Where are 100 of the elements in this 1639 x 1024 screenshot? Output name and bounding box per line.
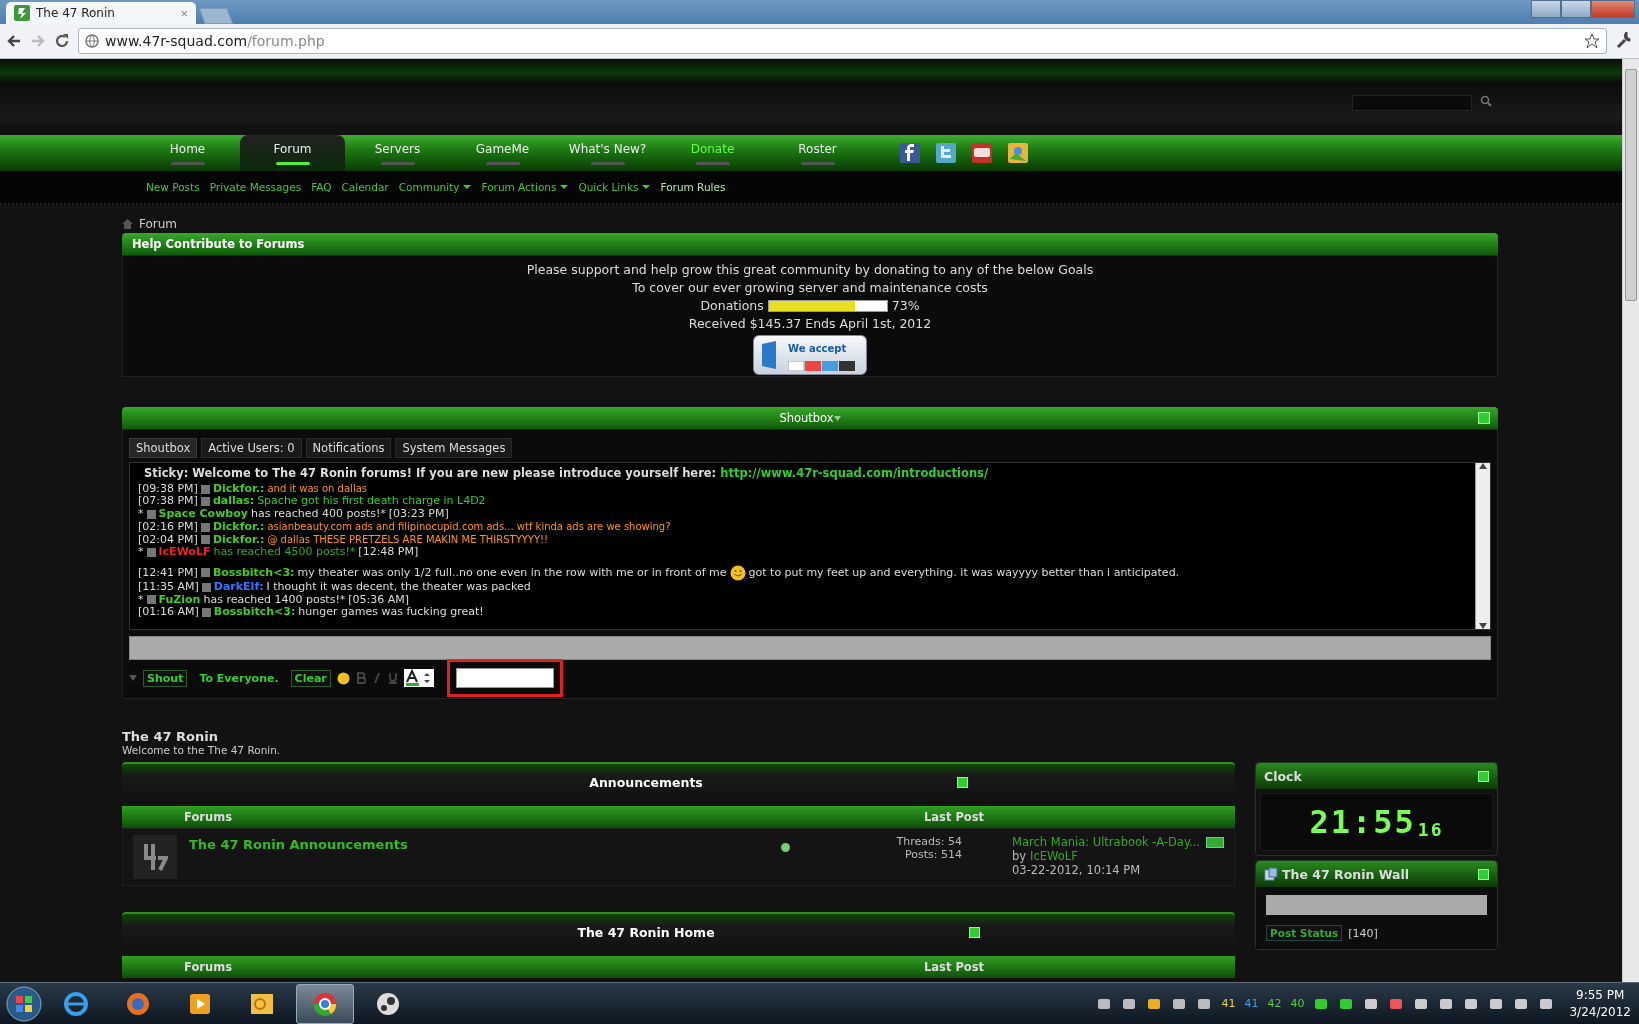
subnav-link[interactable]: Community [398,181,472,193]
wall-input-field[interactable] [1266,895,1487,915]
go-to-post-icon[interactable] [1206,836,1225,848]
facebook-icon[interactable] [900,143,920,163]
username[interactable]: Dickfor.: [212,482,265,496]
shoutbox-tab[interactable]: Notifications [305,438,392,458]
system-clock[interactable]: 9:55 PM 3/24/2012 [1569,986,1631,1021]
shout-button[interactable]: Shout [143,669,188,687]
nav-tab[interactable]: Home [135,135,240,171]
payment-badge[interactable]: We accept [753,335,867,375]
last-post-user[interactable]: IcEWoLF [1030,849,1078,863]
sticky-link[interactable]: http://www.47r-squad.com/introductions/ [720,466,989,480]
temperature-reading: 41 [1221,997,1236,1010]
maximize-button[interactable] [1561,0,1591,18]
category-title[interactable]: The 47 Ronin Home [577,924,715,940]
username[interactable]: Dickfor.: [212,520,265,534]
smiley-icon[interactable] [336,671,350,685]
message-text: I thought it was decent, the theater was packed [266,580,531,594]
start-button[interactable] [6,985,42,1022]
forum-row[interactable]: The 47 Ronin Announcements Threads: 54 Posts: 514 March Mania: Ultrabook -A-Day... by IcEWoLF 03-22-2012, 10:14 PM [122,828,1236,886]
message-text: * [138,546,144,559]
character-count: [140] [1348,926,1378,940]
browser-tab[interactable]: The 47 Ronin × [6,2,196,24]
category-title[interactable]: Announcements [589,774,703,790]
subnav-link[interactable]: FAQ [311,181,332,193]
donations-label: Donations [700,297,764,315]
username[interactable]: Space Cowboy [158,508,248,521]
shoutbox-tab[interactable]: Shoutbox [129,438,198,458]
search-field[interactable] [1352,95,1472,111]
scroll-up-icon[interactable] [1479,463,1487,469]
nav-tab[interactable]: GameMe [450,135,555,171]
nav-tab[interactable]: Roster [765,135,870,171]
recipient-dropdown[interactable]: To Everyone. [193,670,285,686]
column-heading: Last Post [924,960,985,974]
temperature-reading: 42 [1267,997,1282,1010]
status-dot-icon [781,843,790,852]
scrollbar[interactable] [1475,463,1490,629]
collapse-icon[interactable] [956,776,968,788]
shoutbox-tab[interactable]: Active Users: 0 [201,438,302,458]
message-text: my theater was only 1/2 full..no one even in the row with me or in front of me [297,566,727,580]
username[interactable]: FuZion [158,593,201,607]
address-bar[interactable]: www.47r-squad.com/forum.php [78,28,1607,54]
subnav-link[interactable]: Quick Links [578,181,651,193]
search-icon[interactable] [1480,95,1492,107]
last-post-link[interactable]: March Mania: Ultrabook -A-Day... [1012,835,1201,849]
username[interactable]: Bossbitch<3: [213,606,296,620]
message-text: asianbeauty.com ads and filipinocupid.com ads... wtf kinda ads are we showing? [267,520,671,534]
message-text: hunger games was fucking great! [298,606,484,620]
shoutbox-tab[interactable]: System Messages [395,438,513,458]
scrollbar-thumb[interactable] [1625,69,1637,301]
nav-tab[interactable]: Donate [660,135,765,171]
subnav-link[interactable]: Forum Actions [481,181,569,193]
username[interactable]: Bossbitch<3: [212,566,295,580]
breadcrumb[interactable]: Forum [139,217,178,231]
home-icon[interactable] [122,219,133,229]
scroll-down-icon[interactable] [1479,623,1487,629]
chrome-taskbar-icon[interactable] [296,983,354,1024]
clock-time: 21:55 [1309,803,1416,841]
forum-title[interactable]: The 47 Ronin Announcements [189,837,769,852]
subnav-link[interactable]: Calendar [341,181,389,193]
dropdown-caret-icon[interactable] [833,415,841,421]
username[interactable]: DarkElf: [213,580,264,594]
message-text: * [138,593,144,607]
donation-received: Received $145.37 Ends April 1st, 2012 [688,315,932,333]
post-status-button[interactable]: Post Status [1266,925,1343,941]
temperature-reading: 41 [1244,997,1259,1010]
subnav-link[interactable]: New Posts [146,181,200,193]
message-time: [11:35 AM] [138,580,199,594]
username[interactable]: IcEWoLF [158,546,211,559]
username[interactable]: Dickfor.: [212,533,265,547]
nav-tab[interactable]: What's New? [555,135,660,171]
message-text: has reached 400 posts!* [250,508,386,521]
font-color-icon[interactable] [403,669,434,687]
wrench-icon[interactable] [1615,32,1633,50]
message-time: [12:48 PM] [358,546,419,559]
nav-tab[interactable]: Servers [345,135,450,171]
youtube-icon[interactable] [972,143,992,163]
minimize-button[interactable] [1531,0,1561,18]
message-text: Spache got his first death charge in L4D2 [257,495,486,509]
message-time: [07:38 PM] [138,495,198,509]
reload-icon[interactable] [54,33,70,49]
temperature-reading: 40 [1290,997,1305,1010]
back-icon[interactable] [6,33,22,49]
message-time: [12:41 PM] [138,566,198,580]
clear-button[interactable]: Clear [290,669,331,687]
subnav-link[interactable]: Private Messages [209,181,302,193]
message-text: got to put my feet up and everything. it was wayyyy better than i anticipated. [748,566,1180,580]
subnav-link[interactable]: Forum Rules [660,181,726,193]
shout-input-field[interactable] [129,636,1491,660]
message-time: [05:36 AM] [348,593,410,607]
username[interactable]: dallas: [212,495,255,509]
message-time: [09:38 PM] [138,482,198,496]
collapse-icon[interactable] [968,926,980,938]
user-avatar [146,595,156,605]
panel-title[interactable]: Shoutbox [779,411,834,425]
column-heading: Last Post [924,810,985,824]
nav-tab[interactable]: Forum [240,135,345,171]
thread-count: Threads: 54 [895,835,962,848]
bookmark-star-icon[interactable] [1584,33,1600,49]
caret-icon[interactable] [129,675,137,681]
